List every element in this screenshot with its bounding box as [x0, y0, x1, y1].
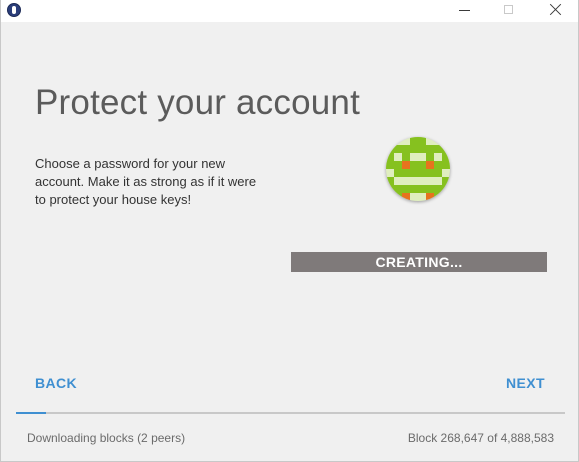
app-window: Protect your account Choose a password f…	[0, 0, 579, 462]
block-status: Block 268,647 of 4,888,583	[407, 431, 554, 445]
maximize-button[interactable]	[487, 0, 531, 22]
back-button[interactable]: BACK	[35, 374, 77, 392]
identicon-avatar	[386, 137, 450, 201]
sync-progress-fill	[16, 412, 47, 414]
close-button[interactable]	[533, 0, 577, 22]
next-button[interactable]: NEXT	[506, 374, 545, 392]
creating-status-bar: CREATING...	[291, 252, 547, 272]
title-bar[interactable]	[1, 0, 578, 22]
maximize-icon	[504, 5, 513, 14]
minimize-button[interactable]	[443, 0, 487, 22]
close-icon	[548, 3, 562, 17]
identicon	[386, 137, 450, 201]
description-text: Choose a password for your new account. …	[35, 156, 257, 207]
ethereum-icon	[7, 3, 21, 17]
minimize-icon	[459, 10, 470, 11]
page-title: Protect your account	[35, 83, 360, 122]
download-status: Downloading blocks (2 peers)	[27, 431, 186, 445]
sync-progress-bar	[16, 412, 565, 414]
